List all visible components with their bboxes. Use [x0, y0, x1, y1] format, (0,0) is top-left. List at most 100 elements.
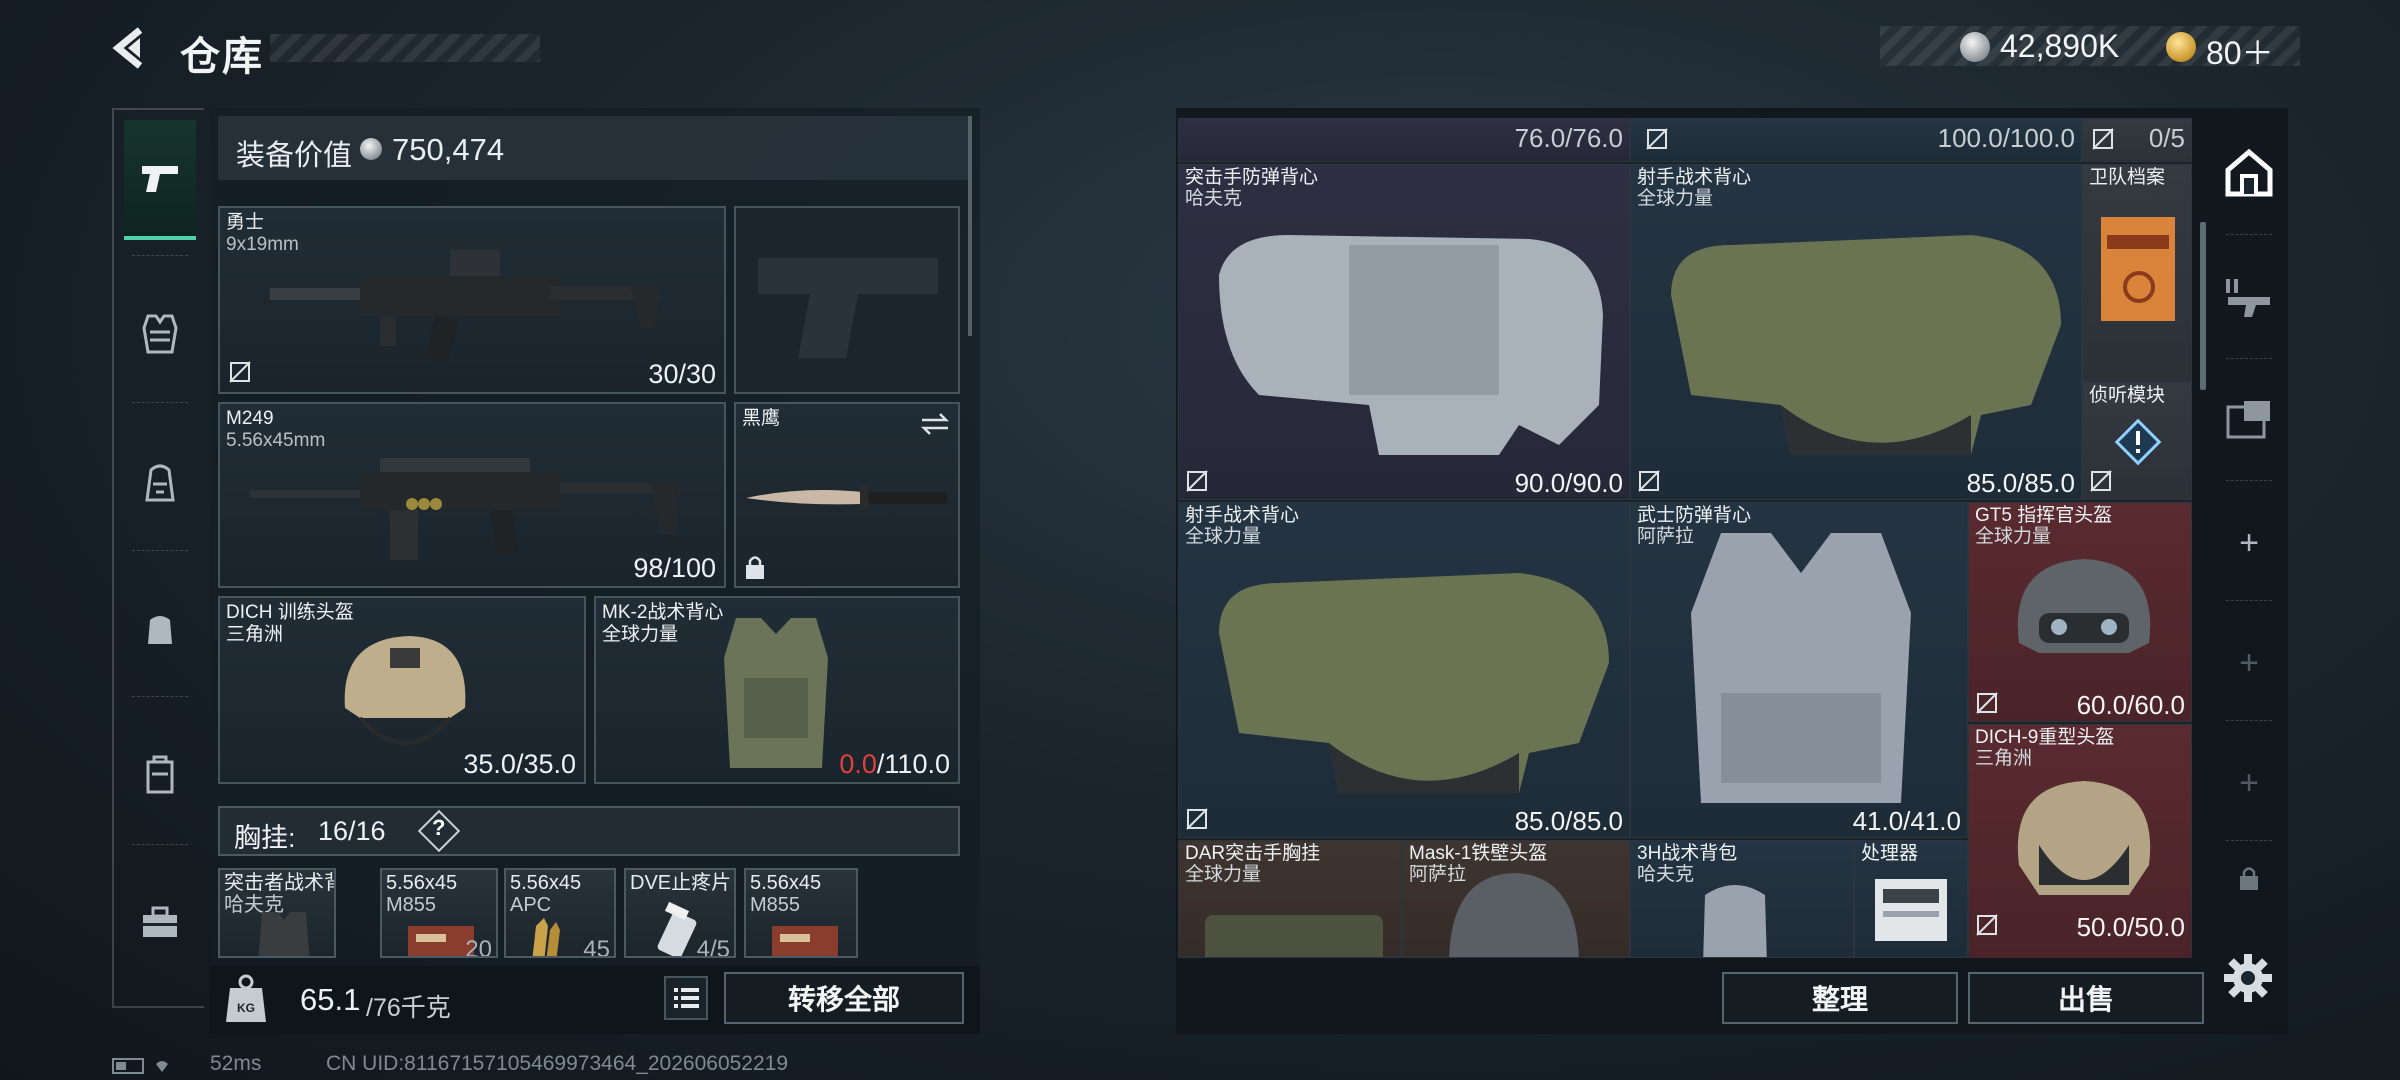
helmet-image [2017, 559, 2151, 653]
list-icon [674, 988, 699, 1008]
pouch-item[interactable]: 突击者战术背心 哈夫克 [218, 868, 336, 958]
equip-value: 750,474 [392, 132, 505, 167]
silver-coin-icon [1960, 32, 1990, 62]
item-durability: 100.0/100.0 [1937, 123, 2075, 153]
swap-icon [920, 413, 950, 435]
pouch-item[interactable]: 5.56x45 M855 20 [380, 868, 498, 958]
weight-max: /76千克 [366, 994, 451, 1022]
item-name: DVE止疼片 [630, 872, 732, 894]
warehouse-icon [2225, 148, 2273, 197]
storage-tab-rail: + + + [2212, 118, 2286, 958]
item-name: 5.56x45 [386, 872, 458, 894]
settings-button[interactable] [2222, 952, 2274, 1004]
case-icon [146, 755, 174, 794]
storage-item[interactable]: 处理器 [1854, 840, 1968, 958]
item-name: 卫队档案 [2089, 167, 2166, 188]
pouch-item[interactable]: 5.56x45 M855 [744, 868, 858, 958]
no-sell-icon [2092, 128, 2114, 150]
item-name: DAR突击手胸挂 [1185, 843, 1321, 864]
lmg-image [250, 458, 680, 560]
back-button[interactable] [110, 26, 154, 70]
storage-item[interactable]: 射手战术背心 全球力量 85.0/85.0 [1178, 502, 1630, 838]
storage-item-partial[interactable]: 0/5 [2082, 118, 2192, 162]
storage-item[interactable]: DAR突击手胸挂 全球力量 [1178, 840, 1402, 958]
storage-item[interactable]: 卫队档案 [2082, 164, 2192, 382]
vest-image [258, 912, 310, 956]
pill-bottle-image [657, 901, 697, 956]
tab-storage-main[interactable] [2212, 118, 2286, 228]
sell-button[interactable]: 出售 [1968, 972, 2204, 1024]
rail-weapons-tab[interactable] [124, 120, 196, 240]
chest-rig-count: 16/16 [318, 816, 386, 846]
sort-button[interactable]: 整理 [1722, 972, 1958, 1024]
tab-locked[interactable] [2212, 848, 2286, 908]
pistol-icon [142, 166, 178, 192]
storage-item[interactable]: 射手战术背心 全球力量 85.0/85.0 [1630, 164, 2082, 500]
item-sub: M855 [750, 894, 801, 916]
helmet-image [344, 636, 466, 745]
storage-item[interactable]: GT5 指挥官头盔 全球力量 60.0/60.0 [1968, 502, 2192, 722]
vest-image [724, 618, 828, 768]
list-view-button[interactable] [664, 976, 708, 1020]
storage-item-partial[interactable]: 100.0/100.0 [1630, 118, 2082, 162]
item-name: 突击者战术背心 [224, 872, 334, 894]
item-durability: 85.0/85.0 [1966, 468, 2075, 498]
storage-scrollbar[interactable] [2200, 222, 2206, 390]
item-name: 射手战术背心 [1637, 167, 1752, 188]
gear-box-icon [2226, 401, 2270, 439]
rail-bag-tab[interactable] [124, 568, 196, 688]
title-decoration [270, 34, 540, 62]
loadout-scrollbar[interactable] [968, 116, 972, 336]
tab-weapons[interactable] [2212, 242, 2286, 352]
tab-gear[interactable] [2212, 364, 2286, 474]
armor-slot[interactable]: MK-2战术背心 全球力量 0.0/110.0 [594, 596, 960, 784]
item-durability: 90.0/90.0 [1514, 468, 1623, 498]
item-name: DICH-9重型头盔 [1975, 727, 2115, 748]
storage-item[interactable]: 侦听模块 [2082, 382, 2192, 500]
category-rail [112, 108, 204, 1008]
item-name: 5.56x45 [750, 872, 822, 894]
armor-maker: 全球力量 [602, 624, 679, 645]
primary-weapon-slot[interactable]: 勇士 9x19mm 30/30 [218, 206, 726, 394]
item-count: 20 [465, 936, 492, 958]
bag-icon [148, 616, 172, 644]
rail-backpack-tab[interactable] [124, 422, 196, 542]
storage-item[interactable]: Mask-1铁壁头盔 阿萨拉 [1402, 840, 1630, 958]
secondary-weapon-slot[interactable]: M249 5.56x45mm 98/100 [218, 402, 726, 588]
vest-icon [142, 314, 178, 354]
item-name: 突击手防弹背心 [1185, 167, 1319, 188]
gear-icon [2224, 954, 2272, 1002]
rail-toolbox-tab[interactable] [124, 862, 196, 982]
storage-item[interactable]: DICH-9重型头盔 三角洲 50.0/50.0 [1968, 724, 2192, 958]
item-count: 0/5 [2148, 123, 2185, 153]
item-sub: APC [510, 894, 552, 916]
tab-add-disabled[interactable]: + [2212, 608, 2286, 718]
armor-durability: 0.0/110.0 [839, 749, 950, 780]
battery-wifi-icon [112, 1058, 168, 1074]
page-title: 仓库 [180, 35, 264, 79]
no-sell-icon [1646, 128, 1668, 150]
equip-value-label: 装备价值 [236, 140, 353, 172]
storage-item-partial[interactable]: 76.0/76.0 [1178, 118, 1630, 162]
no-sell-icon [1976, 914, 1998, 936]
pouch-item[interactable]: DVE止疼片 4/5 [624, 868, 736, 958]
uid-text: CN UID:81167157105469973464_202606052219 [326, 1052, 789, 1075]
currency-gold-amount[interactable]: 80＋ [2206, 28, 2274, 74]
back-arrow-icon [112, 27, 143, 69]
weight-kg-icon: KG [226, 974, 266, 1022]
storage-item[interactable]: 武士防弹背心 阿萨拉 41.0/41.0 [1630, 502, 1968, 838]
helmet-slot[interactable]: DICH 训练头盔 三角洲 35.0/35.0 [218, 596, 586, 784]
item-name: Mask-1铁壁头盔 [1409, 843, 1548, 864]
rail-vest-tab[interactable] [124, 274, 196, 394]
tab-add[interactable]: + [2212, 488, 2286, 598]
tab-add-disabled[interactable]: + [2212, 728, 2286, 838]
storage-item[interactable]: 3H战术背包 哈夫克 [1630, 840, 1854, 958]
helmet-image [2017, 781, 2151, 895]
melee-slot[interactable]: 黑鹰 [734, 402, 960, 588]
pistol-slot-empty[interactable] [734, 206, 960, 394]
weapon-rack-icon [2226, 279, 2270, 317]
storage-item[interactable]: 突击手防弹背心 哈夫克 90.0/90.0 [1178, 164, 1630, 500]
pouch-item[interactable]: 5.56x45 APC 45 [504, 868, 616, 958]
transfer-all-button[interactable]: 转移全部 [724, 972, 964, 1024]
rail-case-tab[interactable] [124, 714, 196, 834]
